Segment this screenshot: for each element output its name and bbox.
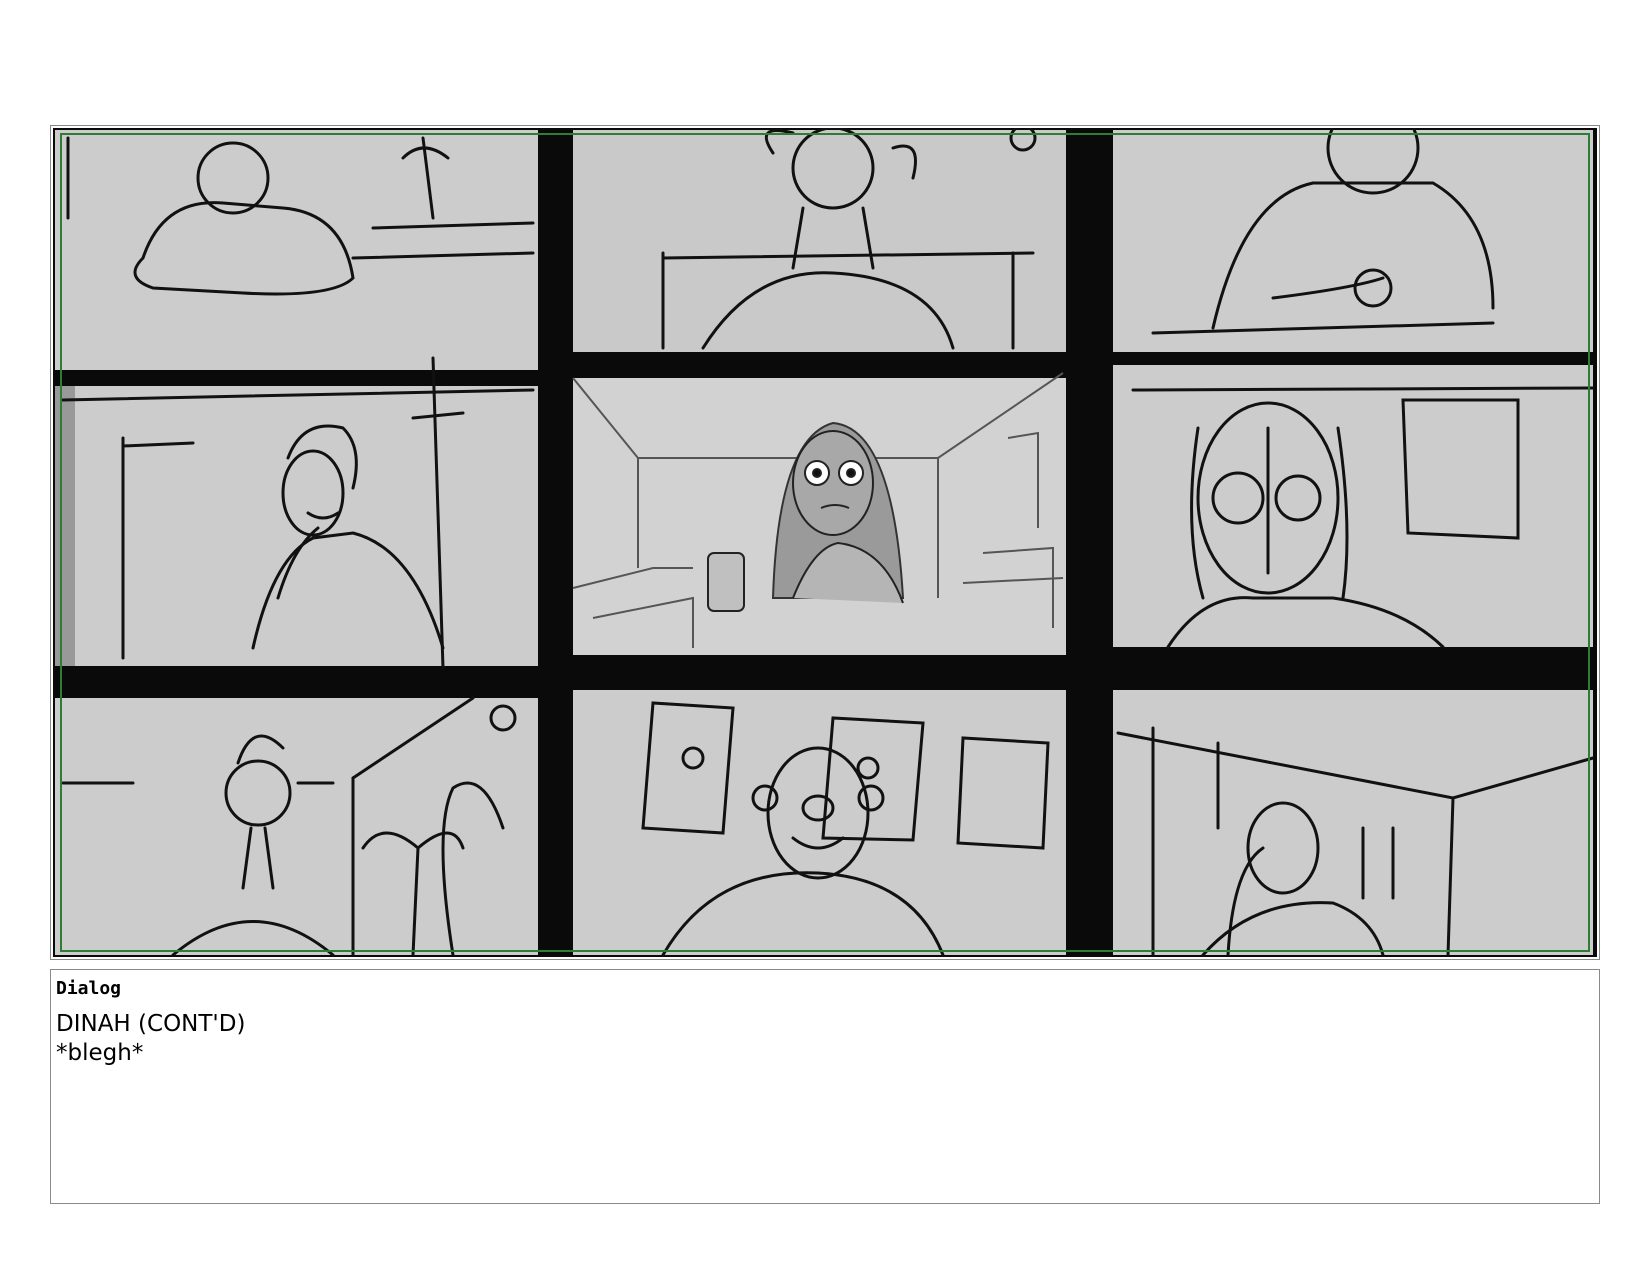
dialog-text: DINAH (CONT'D) *blegh*	[56, 1011, 246, 1066]
storyboard-sketch	[53, 128, 1597, 957]
tile-bottom-right	[1113, 690, 1595, 957]
tile-middle-left	[55, 356, 538, 670]
tile-middle-center-dinah	[572, 372, 1066, 655]
tile-bottom-left	[55, 696, 538, 957]
tile-top-left	[55, 130, 538, 370]
dialog-box: Dialog DINAH (CONT'D) *blegh*	[50, 969, 1600, 1204]
tile-top-center	[573, 128, 1066, 352]
tile-middle-right	[1113, 365, 1595, 649]
dialog-label: Dialog	[56, 978, 122, 999]
tile-top-right	[1113, 128, 1593, 352]
tile-bottom-center	[573, 690, 1066, 957]
storyboard-panel	[50, 125, 1600, 960]
